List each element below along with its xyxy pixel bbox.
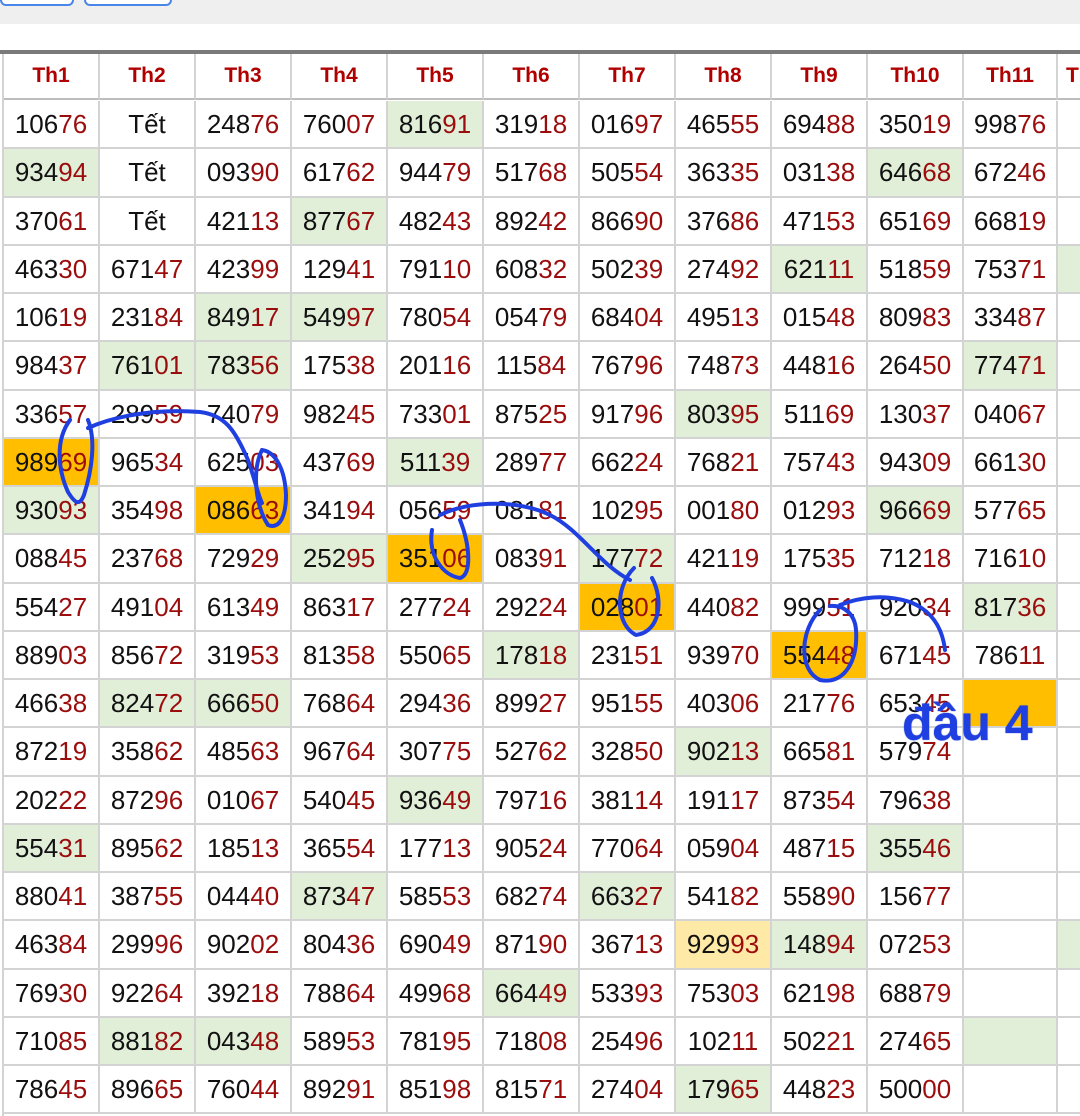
annotation-circle-5 xyxy=(802,603,859,683)
annotation-circle-4 xyxy=(618,566,661,637)
annotation-circle-3 xyxy=(429,518,471,580)
annotation-label: đầu 4 xyxy=(902,695,1033,751)
annotation-circle-1 xyxy=(57,418,95,505)
annotation-stroke-1 xyxy=(86,409,264,505)
handwritten-annotation-overlay xyxy=(57,409,947,683)
annotation-circle-2 xyxy=(254,448,288,528)
